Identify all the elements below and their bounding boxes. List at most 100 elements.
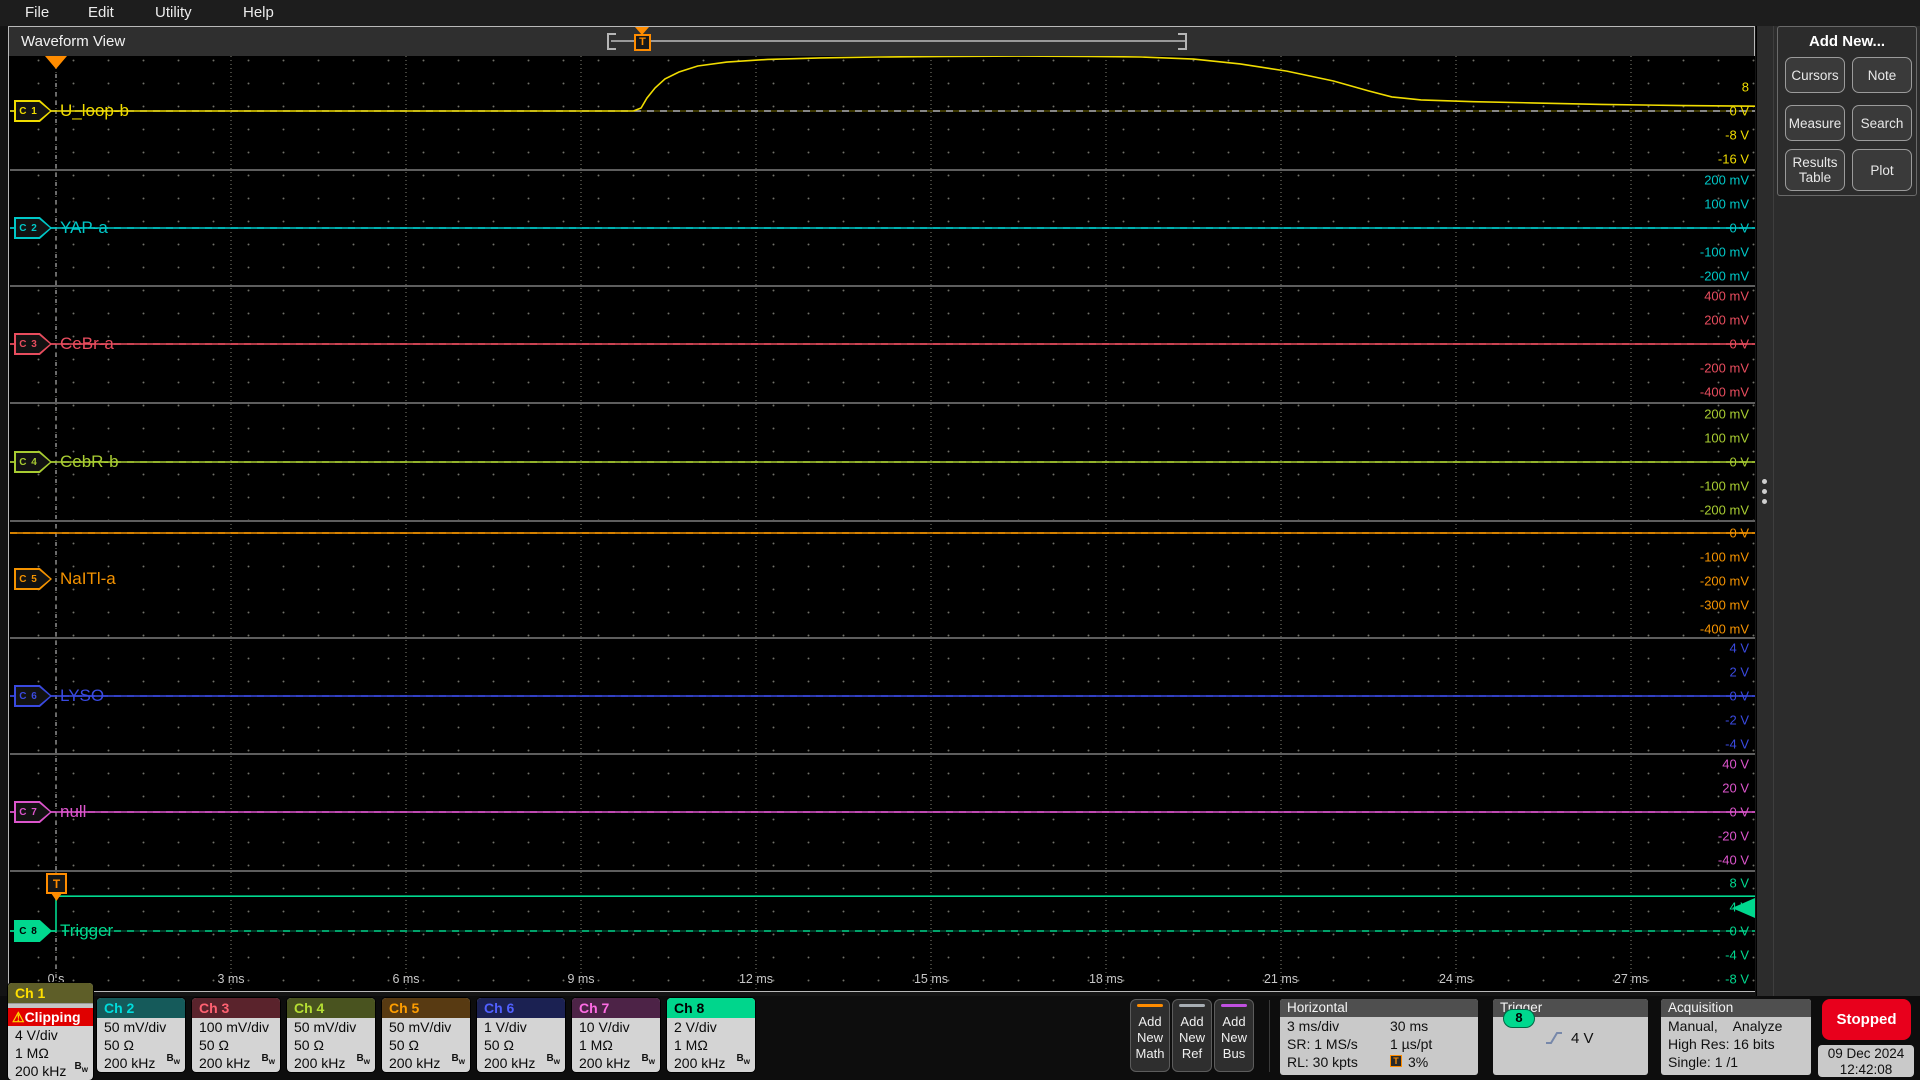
badge-scale: 50 mV/div	[389, 1019, 452, 1035]
scale-label: -2 V	[1725, 712, 1749, 728]
bottom-badge-Ch5[interactable]: Ch 5 50 mV/div 50 Ω 200 kHz Bw	[382, 998, 470, 1072]
menu-utility[interactable]: Utility	[155, 4, 192, 21]
scale-label: 0 V	[1729, 220, 1749, 236]
scale-label: 0 V	[1729, 804, 1749, 820]
add-plot-button[interactable]: Plot	[1852, 149, 1912, 191]
channel-badge-C4[interactable]: C 4	[14, 451, 52, 473]
bandwidth-limit-icon: Bw	[74, 1061, 88, 1074]
channel-name-C4: CebR-b	[60, 452, 119, 471]
stopped-button[interactable]: Stopped	[1822, 999, 1911, 1040]
trigger-panel[interactable]: Trigger 8 4 V	[1493, 999, 1648, 1075]
acquisition-panel[interactable]: Acquisition Manual, Analyze High Res: 16…	[1661, 999, 1811, 1075]
menu-edit[interactable]: Edit	[88, 4, 114, 21]
right-panel: Add New... Cursors Note Measure Search R…	[1756, 26, 1920, 996]
menu-help[interactable]: Help	[243, 4, 274, 21]
channel-badge-C6[interactable]: C 6	[14, 685, 52, 707]
channel-name-C5: NaITl-a	[60, 569, 116, 588]
time-label: 15 ms	[913, 972, 949, 986]
channel-badge-C2[interactable]: C 2	[14, 217, 52, 239]
channel-badge-C7[interactable]: C 7	[14, 801, 52, 823]
channel-name-C1: U_loop-b	[60, 101, 129, 120]
channel-badge-C8[interactable]: C 8	[14, 920, 52, 942]
badge-bandwidth: 200 kHz Bw	[382, 1053, 470, 1072]
badge-header: Ch 8	[667, 998, 755, 1018]
graticule[interactable]: T C 1 U_loop-b 8 0 V -8 V -16 V C 2 YAP-a 200 mV…	[10, 56, 1809, 991]
scale-label: -100 mV	[1699, 549, 1749, 565]
time-label: 9 ms	[567, 972, 595, 986]
badge-header: Ch 1	[8, 983, 93, 1003]
add-measure-button[interactable]: Measure	[1785, 105, 1845, 141]
channel-badge-C3[interactable]: C 3	[14, 333, 52, 355]
badge-scale: 100 mV/div	[199, 1019, 270, 1035]
trigger-position-arrow[interactable]	[45, 56, 67, 69]
scale-label: 0 V	[1729, 336, 1749, 352]
scale-label: 4 V	[1729, 640, 1749, 656]
time: 12:42:08	[1839, 1062, 1893, 1077]
bandwidth-limit-icon: Bw	[736, 1053, 750, 1066]
scale-label: 4 V	[1729, 899, 1749, 915]
add-note-button[interactable]: Note	[1852, 57, 1912, 93]
bottom-badge-Ch2[interactable]: Ch 2 50 mV/div 50 Ω 200 kHz Bw	[97, 998, 185, 1072]
channel-badge-C5[interactable]: C 5	[14, 568, 52, 590]
scale-label: 40 V	[1722, 756, 1749, 772]
record-view-left-bracket	[607, 33, 616, 50]
scale-label: -400 mV	[1699, 384, 1749, 400]
warning-icon: ⚠	[12, 1009, 25, 1025]
scale-label: 0 V	[1729, 688, 1749, 704]
badge-scale: 10 V/div	[579, 1019, 630, 1035]
badge-bandwidth: 200 kHz Bw	[8, 1061, 93, 1080]
acquisition-header: Acquisition	[1661, 999, 1811, 1017]
channel-name-C2: YAP-a	[60, 218, 108, 237]
scale-label: 2 V	[1729, 664, 1749, 680]
add-cursors-button[interactable]: Cursors	[1785, 57, 1845, 93]
channel-name-C7: null	[60, 802, 87, 821]
time-label: 12 ms	[738, 972, 774, 986]
horizontal-header: Horizontal	[1280, 999, 1478, 1017]
panel-divider	[1773, 26, 1774, 996]
record-trigger-flag[interactable]: T	[634, 34, 651, 51]
badge-bandwidth: 200 kHz Bw	[192, 1053, 280, 1072]
add-new-title: Add New...	[1808, 33, 1886, 50]
bottom-badge-Ch3[interactable]: Ch 3 100 mV/div 50 Ω 200 kHz Bw	[192, 998, 280, 1072]
bottom-badge-Ch7[interactable]: Ch 7 10 V/div 1 MΩ 200 kHz Bw	[572, 998, 660, 1072]
menu-bar: File Edit Utility Help	[0, 0, 1920, 26]
menu-file[interactable]: File	[25, 4, 49, 21]
waveform-canvas: T	[10, 56, 1755, 991]
badge-header: Ch 2	[97, 998, 185, 1018]
scale-label: -200 mV	[1699, 573, 1749, 589]
scale-label: -300 mV	[1699, 597, 1749, 613]
bandwidth-limit-icon: Bw	[356, 1053, 370, 1066]
datetime-display: 09 Dec 2024 12:42:08	[1818, 1045, 1914, 1077]
scale-label: 100 mV	[1704, 430, 1749, 446]
scale-label: 0 V	[1729, 923, 1749, 939]
bottom-badge-Ch6[interactable]: Ch 61 V/div 50 Ω 200 kHz Bw	[477, 998, 565, 1072]
panel-drag-handle[interactable]	[1760, 474, 1768, 520]
add-new-math-button[interactable]: Add New Math	[1130, 999, 1170, 1072]
bandwidth-limit-icon: Bw	[166, 1053, 180, 1066]
add-new-box: Add New... Cursors Note Measure Search R…	[1777, 26, 1917, 196]
badge-header: Ch 5	[382, 998, 470, 1018]
badge-scale: 50 mV/div	[104, 1019, 167, 1035]
add-search-button[interactable]: Search	[1852, 105, 1912, 141]
add-new-ref-button[interactable]: Add New Ref	[1172, 999, 1212, 1072]
rising-edge-icon	[1546, 1032, 1562, 1044]
scale-label: -20 V	[1717, 828, 1749, 844]
time-label: 6 ms	[392, 972, 420, 986]
scale-label: 400 mV	[1704, 288, 1749, 304]
clipping-warning: ⚠Clipping	[8, 1008, 93, 1026]
scale-label: 200 mV	[1704, 172, 1749, 188]
add-results-table-button[interactable]: Results Table	[1785, 149, 1845, 191]
bandwidth-limit-icon: Bw	[641, 1053, 655, 1066]
scale-label: 100 mV	[1704, 196, 1749, 212]
scale-label: 200 mV	[1704, 406, 1749, 422]
bottom-badge-Ch1[interactable]: Ch 1 ⚠Clipping 4 V/div 1 MΩ 200 kHz Bw	[8, 983, 93, 1080]
horizontal-panel[interactable]: Horizontal 3 ms/div 30 ms SR: 1 MS/s 1 µs/…	[1280, 999, 1478, 1075]
scale-label: -200 mV	[1699, 268, 1749, 284]
scale-label: -100 mV	[1699, 478, 1749, 494]
add-new-bus-button[interactable]: Add New Bus	[1214, 999, 1254, 1072]
bandwidth-limit-icon: Bw	[546, 1053, 560, 1066]
badge-scale: 50 mV/div	[294, 1019, 357, 1035]
channel-badge-C1[interactable]: C 1	[14, 100, 52, 122]
bottom-badge-Ch4[interactable]: Ch 4 50 mV/div 50 Ω 200 kHz Bw	[287, 998, 375, 1072]
bottom-badge-Ch8[interactable]: Ch 82 V/div 1 MΩ 200 kHz Bw	[667, 998, 755, 1072]
